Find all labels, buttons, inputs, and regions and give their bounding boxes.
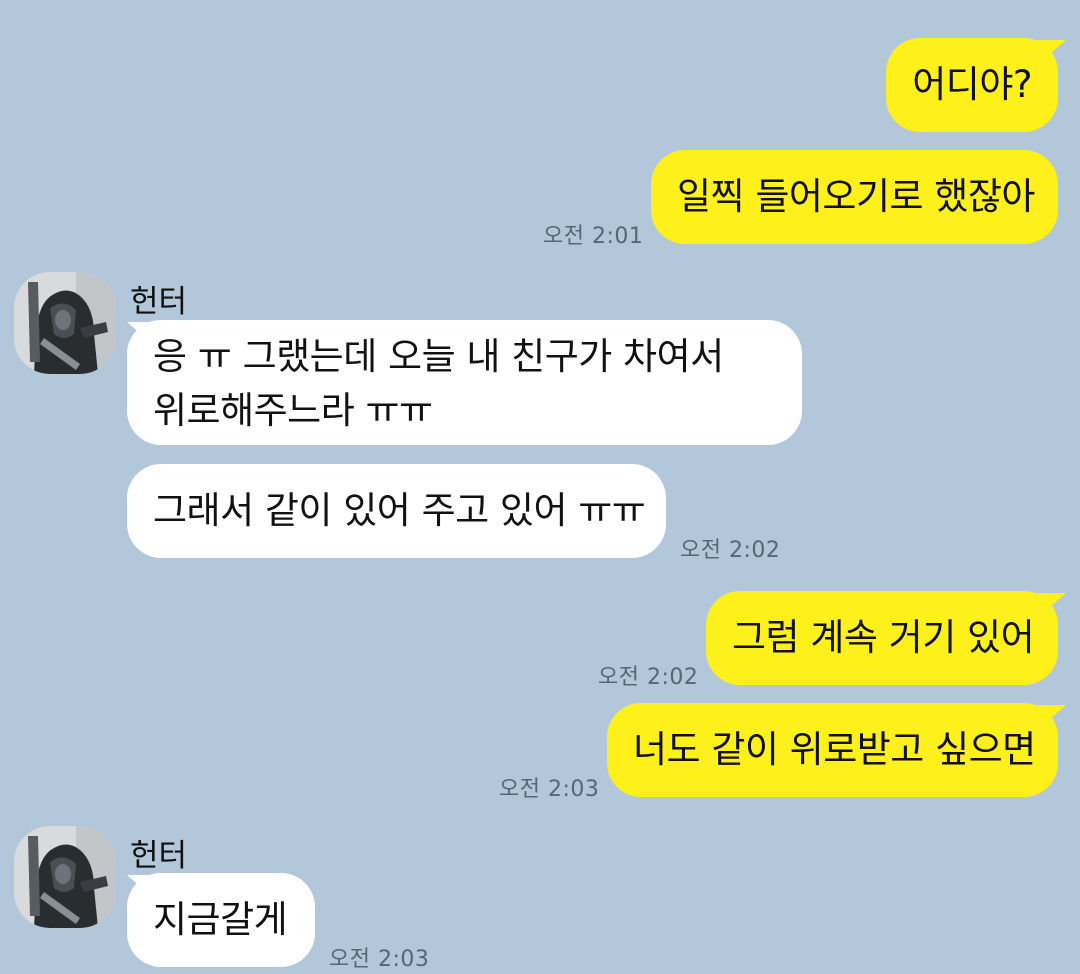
- sender-name: 헌터: [130, 838, 188, 874]
- sender-name: 헌터: [130, 284, 188, 320]
- message-timestamp: 오전 2:02: [680, 538, 781, 563]
- message-timestamp: 오전 2:01: [543, 224, 644, 249]
- message-timestamp: 오전 2:03: [499, 777, 600, 802]
- message-timestamp: 오전 2:02: [598, 665, 699, 690]
- chat-area[interactable]: 어디야? 일찍 들어오기로 했잖아 오전 2:01 헌터 응 ㅠ 그랬는데 오늘…: [0, 0, 1080, 974]
- hooded-figure-avatar-icon: [14, 826, 116, 928]
- my-message-bubble[interactable]: 너도 같이 위로받고 싶으면: [607, 703, 1058, 797]
- sender-avatar[interactable]: [14, 272, 116, 374]
- message-timestamp: 오전 2:03: [329, 947, 430, 972]
- my-message-bubble[interactable]: 일찍 들어오기로 했잖아: [651, 150, 1058, 244]
- their-message-bubble[interactable]: 응 ㅠ 그랬는데 오늘 내 친구가 차여서 위로해주느라 ㅠㅠ: [127, 320, 802, 445]
- sender-avatar[interactable]: [14, 826, 116, 928]
- their-message-bubble[interactable]: 그래서 같이 있어 주고 있어 ㅠㅠ: [127, 464, 666, 558]
- their-message-bubble[interactable]: 지금갈게: [127, 873, 315, 967]
- hooded-figure-avatar-icon: [14, 272, 116, 374]
- my-message-bubble[interactable]: 어디야?: [886, 38, 1058, 132]
- my-message-bubble[interactable]: 그럼 계속 거기 있어: [706, 591, 1058, 685]
